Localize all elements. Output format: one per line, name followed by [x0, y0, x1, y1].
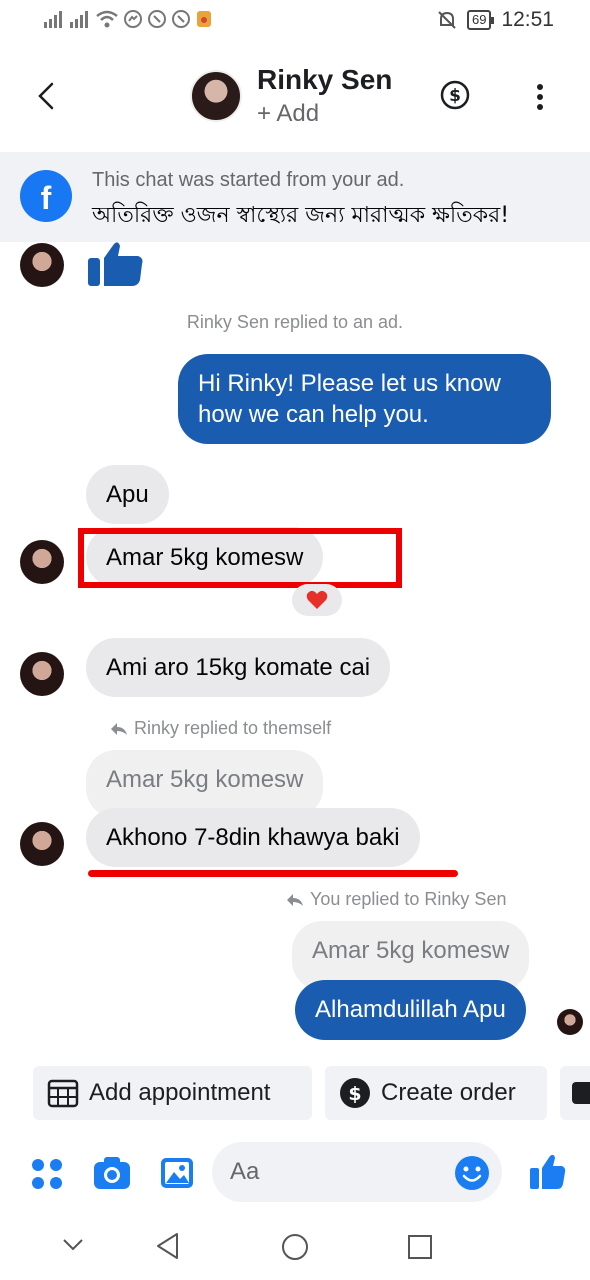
reply-arrow-icon [287, 893, 303, 906]
camera-icon[interactable] [93, 1156, 131, 1190]
signal-icon [44, 11, 62, 28]
facebook-logo-icon: f [20, 170, 72, 222]
sender-avatar[interactable] [20, 822, 64, 866]
reply-context-note: You replied to Rinky Sen [286, 889, 506, 910]
create-order-button[interactable]: $ Create order [325, 1066, 547, 1120]
gallery-icon[interactable] [160, 1157, 194, 1189]
heart-icon [306, 590, 328, 609]
annotation-underline [88, 870, 458, 877]
reply-context-note: Rinky replied to themself [110, 718, 331, 739]
system-navigation-bar [0, 1214, 590, 1280]
mute-bell-icon [438, 11, 456, 29]
nav-recents-icon[interactable] [407, 1234, 433, 1260]
nav-back-icon[interactable] [155, 1232, 181, 1260]
contact-name[interactable]: Rinky Sen [257, 64, 392, 96]
sender-avatar[interactable] [20, 540, 64, 584]
outgoing-message[interactable]: Hi Rinky! Please let us know how we can … [178, 354, 551, 444]
sender-avatar[interactable] [20, 243, 64, 287]
svg-text:$: $ [348, 1083, 361, 1105]
heart-reaction[interactable] [292, 584, 342, 616]
clock: 12:51 [501, 8, 554, 31]
message-input[interactable] [212, 1142, 432, 1202]
like-send-icon[interactable] [528, 1154, 566, 1190]
chevron-down-icon[interactable] [62, 1238, 84, 1252]
add-appointment-label: Add appointment [89, 1079, 271, 1106]
emoji-icon[interactable] [454, 1155, 490, 1191]
contact-avatar[interactable] [190, 70, 242, 122]
chat-header: Rinky Sen + Add $ [0, 42, 590, 152]
back-arrow-icon[interactable] [30, 78, 66, 114]
add-label-button[interactable]: + Add [257, 100, 319, 128]
replied-to-ad-note: Rinky Sen replied to an ad. [186, 312, 404, 332]
more-quick-action-button[interactable] [560, 1066, 590, 1120]
incoming-message[interactable]: Akhono 7-8din khawya baki [86, 808, 420, 867]
svg-text:$: $ [449, 86, 461, 106]
status-icons-right: 69 12:51 [437, 8, 554, 32]
incoming-message[interactable]: Ami aro 15kg komate cai [86, 638, 391, 697]
battery-indicator: 69 [466, 10, 495, 30]
wifi-icon [96, 10, 118, 28]
message-text-line: how we can help you. [198, 401, 429, 428]
signal-icon-2 [70, 11, 88, 28]
annotation-highlight-box [78, 528, 402, 588]
sender-avatar[interactable] [20, 652, 64, 696]
incoming-message[interactable]: Apu [86, 465, 169, 524]
messenger-icon [124, 10, 142, 28]
whatsapp-icon [148, 10, 166, 28]
partial-action-icon [572, 1082, 590, 1104]
status-icons-left [44, 10, 212, 28]
calendar-icon [47, 1079, 79, 1108]
dollar-circle-icon: $ [340, 1078, 370, 1108]
nav-home-icon[interactable] [281, 1233, 309, 1261]
app-notification-icon [197, 11, 211, 27]
seen-receipt-avatar [557, 1009, 583, 1035]
dollar-icon[interactable]: $ [440, 80, 470, 110]
more-options-icon[interactable] [532, 82, 548, 112]
reply-note-text: You replied to Rinky Sen [310, 889, 507, 909]
message-text-line: Hi Rinky! Please let us know [198, 370, 501, 397]
create-order-label: Create order [381, 1079, 516, 1106]
ad-headline: অতিরিক্ত ওজন স্বাস্থ্যের জন্য মারাত্মক ক… [92, 203, 510, 228]
outgoing-message[interactable]: Alhamdulillah Apu [295, 980, 526, 1040]
reply-note-text: Rinky replied to themself [134, 718, 332, 738]
apps-grid-icon[interactable] [31, 1158, 63, 1190]
status-bar: 69 12:51 [0, 0, 590, 42]
thumbs-up-icon [88, 242, 143, 286]
whatsapp-icon-2 [172, 10, 190, 28]
ad-origin-text: This chat was started from your ad. [92, 169, 405, 191]
ad-origin-banner[interactable]: f This chat was started from your ad. অত… [0, 152, 590, 242]
add-appointment-button[interactable]: Add appointment [33, 1066, 312, 1120]
reply-arrow-icon [111, 722, 127, 735]
